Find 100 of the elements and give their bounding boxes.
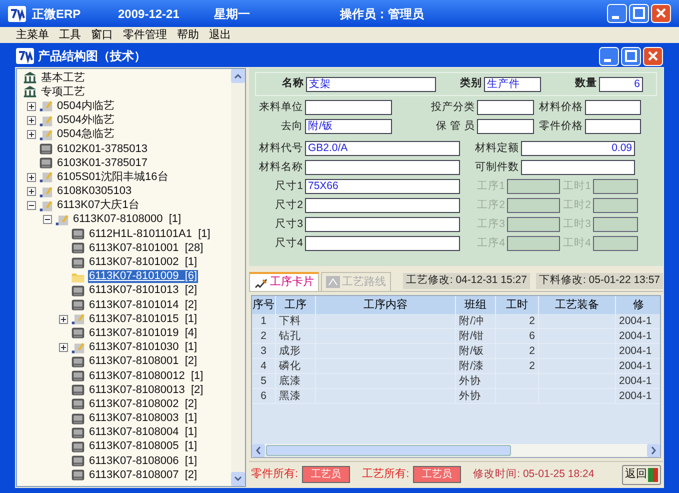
- tree-item[interactable]: 6113K07-8108007 [2]: [88, 468, 198, 482]
- table-cell: 2004-1: [616, 359, 660, 373]
- scroll-right-icon: [647, 444, 660, 457]
- input-field[interactable]: GB2.0/A: [305, 141, 460, 156]
- tree-item[interactable]: 6113K07-8108006 [1]: [88, 454, 198, 468]
- horizontal-scrollbar[interactable]: [252, 444, 660, 457]
- table-cell: 附/钳: [456, 329, 496, 343]
- tree-item[interactable]: 6113K07-8101013 [2]: [88, 284, 198, 298]
- menu-item[interactable]: 零件管理: [123, 26, 167, 44]
- table-cell: 2: [496, 314, 539, 328]
- input-field[interactable]: [585, 100, 641, 115]
- expand-icon[interactable]: [27, 130, 36, 140]
- back-button[interactable]: 返回: [622, 464, 661, 484]
- tree-item[interactable]: 6113K07-8101015 [1]: [88, 312, 198, 326]
- tree-item[interactable]: 6113K07-8101001 [28]: [88, 242, 204, 255]
- machine-icon: [71, 369, 85, 384]
- menu-item[interactable]: 主菜单: [16, 26, 49, 44]
- menu-item[interactable]: 退出: [209, 26, 231, 44]
- input-field[interactable]: 生产件: [484, 76, 541, 92]
- tree-item[interactable]: 6113K07-8108000 [1]: [72, 213, 182, 226]
- input-field[interactable]: [305, 160, 460, 175]
- collapse-icon[interactable]: [27, 201, 36, 210]
- expand-icon[interactable]: [27, 187, 36, 196]
- column-header[interactable]: 工序: [276, 296, 316, 314]
- tree-item[interactable]: 6108K0305103: [56, 185, 133, 198]
- tree-item[interactable]: 基本工艺: [40, 72, 86, 85]
- expand-icon[interactable]: [27, 102, 36, 111]
- tab[interactable]: 工序卡片: [249, 272, 319, 291]
- tree-item[interactable]: 6102K01-3785013: [56, 142, 149, 156]
- tree-item[interactable]: 6113K07-8101030 [1]: [88, 341, 198, 354]
- expand-icon[interactable]: [27, 172, 36, 182]
- collapse-icon[interactable]: [43, 215, 52, 224]
- tree-item[interactable]: 6113K07-8108005 [1]: [88, 440, 198, 454]
- input-field[interactable]: 附/钣: [305, 119, 392, 134]
- input-field[interactable]: [585, 119, 641, 134]
- column-header[interactable]: 班组: [456, 296, 496, 314]
- input-field[interactable]: [305, 198, 460, 213]
- table-cell: 2: [496, 344, 539, 358]
- input-field[interactable]: [477, 119, 534, 134]
- tree-item[interactable]: 专项工艺: [40, 86, 86, 99]
- tree-item[interactable]: 6113K07-8108003 [1]: [88, 412, 198, 426]
- machine-icon: [71, 440, 85, 454]
- column-header[interactable]: 工艺装备: [539, 296, 616, 314]
- minimize-icon: [599, 46, 619, 66]
- input-field[interactable]: [305, 100, 392, 115]
- tree-item[interactable]: 0504外临艺: [56, 114, 116, 128]
- column-header[interactable]: 工序内容: [316, 296, 456, 314]
- column-header[interactable]: 工时: [496, 296, 539, 314]
- table-cell: 6: [252, 389, 276, 403]
- field-label: 工序2: [476, 198, 505, 213]
- input-field[interactable]: [477, 100, 534, 115]
- scroll-thumb[interactable]: [266, 445, 511, 456]
- menu-item[interactable]: 帮助: [177, 26, 199, 44]
- input-field[interactable]: [521, 160, 635, 175]
- tree-item[interactable]: 6113K07-81080013 [2]: [88, 384, 204, 397]
- tool-icon: [39, 184, 53, 199]
- input-field[interactable]: [305, 217, 460, 232]
- tree-item[interactable]: 6113K07-8101002 [1]: [88, 256, 198, 270]
- tree-item[interactable]: 6105S01沈阳丰城16台: [56, 170, 170, 184]
- tool-icon: [71, 312, 85, 326]
- tree-item[interactable]: 6113K07大庆1台: [56, 199, 140, 212]
- tree-item[interactable]: 0504内临艺: [56, 100, 116, 113]
- expand-icon[interactable]: [59, 314, 68, 324]
- field-label: 材料代号: [258, 140, 303, 156]
- tree-item[interactable]: 6113K07-8108002 [2]: [88, 398, 198, 411]
- operator-text: 操作员：管理员: [340, 6, 424, 22]
- input-field[interactable]: 6: [599, 76, 643, 92]
- expand-icon[interactable]: [59, 343, 68, 352]
- tree-item[interactable]: 6113K07-8101014 [2]: [88, 298, 198, 312]
- field-label: 零件价格: [538, 118, 583, 134]
- table-cell: 黑漆: [276, 389, 316, 403]
- tree-item[interactable]: 6113K07-8108001 [2]: [88, 355, 198, 368]
- tree-item[interactable]: 6113K07-81080012 [1]: [88, 370, 204, 383]
- table-cell: 磷化: [276, 359, 316, 373]
- tree-item[interactable]: 0504急临艺: [56, 128, 116, 142]
- field-label: 数量: [574, 76, 597, 92]
- expand-icon[interactable]: [27, 116, 36, 126]
- input-field[interactable]: 0.09: [521, 141, 635, 156]
- modified-time-text: 修改时间: 05-01-25 18:24: [473, 466, 594, 482]
- menu-item[interactable]: 窗口: [91, 26, 113, 44]
- scrollbar[interactable]: [231, 69, 245, 486]
- close-icon: [643, 46, 663, 66]
- tree-item[interactable]: 6113K07-8101009 [6]: [88, 270, 198, 284]
- menu-item[interactable]: 工具: [59, 26, 81, 44]
- tree-item[interactable]: 6113K07-8101019 [4]: [88, 326, 198, 340]
- modified-time-text: 下料修改: 05-01-22 13:57: [536, 273, 663, 289]
- input-field[interactable]: 75X66: [305, 179, 460, 194]
- column-header[interactable]: 序号: [252, 296, 276, 314]
- table-cell: 成形: [276, 344, 316, 358]
- field-label: 去向: [280, 118, 303, 134]
- field-label: 工序1: [476, 178, 505, 194]
- table-cell: 外协: [456, 389, 496, 403]
- scroll-down-icon: [231, 472, 245, 486]
- scroll-left-icon: [252, 444, 265, 457]
- input-field[interactable]: 支架: [306, 76, 436, 92]
- column-header[interactable]: 修: [616, 296, 660, 314]
- tree-item[interactable]: 6113K07-8108004 [1]: [88, 426, 198, 440]
- input-field[interactable]: [305, 236, 460, 251]
- tree-item[interactable]: 6103K01-3785017: [56, 156, 149, 170]
- tree-item[interactable]: 6112H1L-8101101A1 [1]: [88, 228, 212, 241]
